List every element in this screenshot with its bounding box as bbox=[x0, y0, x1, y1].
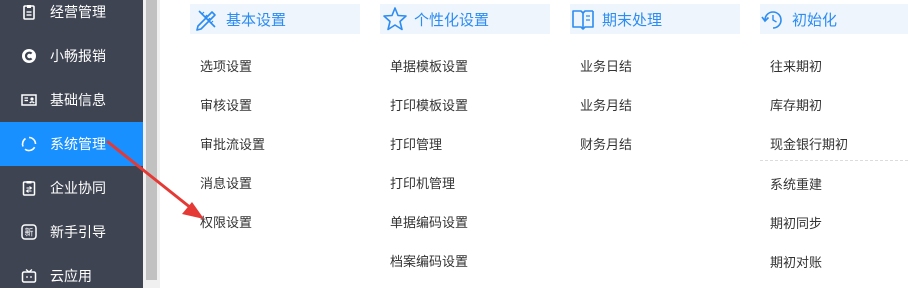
link-permission-settings[interactable]: 权限设置 bbox=[200, 212, 252, 231]
collaboration-icon bbox=[21, 180, 37, 196]
sidebar-scrollbar-thumb[interactable] bbox=[146, 0, 157, 280]
link-finance-month-close[interactable]: 财务月结 bbox=[580, 134, 632, 153]
section-divider bbox=[760, 160, 908, 161]
link-option-settings[interactable]: 选项设置 bbox=[200, 56, 252, 75]
link-business-month-close[interactable]: 业务月结 bbox=[580, 95, 632, 114]
sidebar-item-label: 小畅报销 bbox=[50, 49, 106, 65]
link-receivable-opening[interactable]: 往来期初 bbox=[770, 56, 822, 75]
sidebar-item-label: 云应用 bbox=[50, 269, 92, 285]
tv-app-icon bbox=[21, 268, 37, 284]
sidebar-item-guide[interactable]: 新 新手引导 bbox=[0, 210, 143, 254]
sidebar-item-label: 基础信息 bbox=[50, 93, 106, 109]
clipboard-icon bbox=[21, 4, 37, 20]
sidebar-item-cloud[interactable]: 云应用 bbox=[0, 254, 143, 298]
sidebar-item-label: 企业协同 bbox=[50, 181, 106, 197]
link-approval-flow-settings[interactable]: 审批流设置 bbox=[200, 134, 265, 153]
sidebar-item-collab[interactable]: 企业协同 bbox=[0, 166, 143, 210]
book-icon bbox=[570, 6, 596, 32]
link-printer-management[interactable]: 打印机管理 bbox=[390, 173, 455, 192]
reimburse-c-icon bbox=[21, 48, 37, 64]
link-message-settings[interactable]: 消息设置 bbox=[200, 173, 252, 192]
sidebar: 经营管理 小畅报销 基础信息 系统管理 企业协同 新 新手引导 云应用 bbox=[0, 0, 143, 288]
initialization-header: 初始化 bbox=[760, 4, 908, 34]
link-audit-settings[interactable]: 审核设置 bbox=[200, 95, 252, 114]
link-inventory-opening[interactable]: 库存期初 bbox=[770, 95, 822, 114]
svg-text:新: 新 bbox=[24, 227, 33, 239]
period-end-header: 期末处理 bbox=[570, 4, 740, 34]
loading-circle-icon bbox=[21, 136, 37, 152]
sidebar-item-label: 经营管理 bbox=[50, 5, 106, 21]
sidebar-item-label: 系统管理 bbox=[50, 137, 106, 153]
link-cash-bank-opening[interactable]: 现金银行期初 bbox=[770, 134, 848, 153]
id-card-icon bbox=[21, 92, 37, 108]
link-bill-template-settings[interactable]: 单据模板设置 bbox=[390, 56, 468, 75]
period-end-title: 期末处理 bbox=[602, 10, 663, 29]
link-daily-close[interactable]: 业务日结 bbox=[580, 56, 632, 75]
link-system-rebuild[interactable]: 系统重建 bbox=[770, 174, 822, 193]
sidebar-item-label: 新手引导 bbox=[50, 225, 106, 241]
reset-icon bbox=[760, 6, 786, 32]
sidebar-item-system[interactable]: 系统管理 bbox=[0, 122, 143, 166]
link-print-template-settings[interactable]: 打印模板设置 bbox=[390, 95, 468, 114]
sidebar-item-reimburse[interactable]: 小畅报销 bbox=[0, 34, 143, 78]
sidebar-item-business[interactable]: 经营管理 bbox=[0, 0, 143, 34]
link-archive-code-settings[interactable]: 档案编码设置 bbox=[390, 251, 468, 270]
star-icon bbox=[382, 6, 408, 32]
personalization-header: 个性化设置 bbox=[380, 4, 550, 34]
link-print-management[interactable]: 打印管理 bbox=[390, 134, 442, 153]
personalization-title: 个性化设置 bbox=[414, 10, 490, 29]
link-opening-sync[interactable]: 期初同步 bbox=[770, 213, 822, 232]
pen-ruler-icon bbox=[194, 6, 220, 32]
basic-settings-header: 基本设置 bbox=[190, 4, 360, 34]
initialization-title: 初始化 bbox=[792, 10, 838, 29]
link-bill-code-settings[interactable]: 单据编码设置 bbox=[390, 212, 468, 231]
sidebar-item-basic-info[interactable]: 基础信息 bbox=[0, 78, 143, 122]
basic-settings-title: 基本设置 bbox=[226, 10, 287, 29]
link-opening-reconcile[interactable]: 期初对账 bbox=[770, 252, 822, 271]
newbie-badge-icon: 新 bbox=[21, 224, 37, 240]
